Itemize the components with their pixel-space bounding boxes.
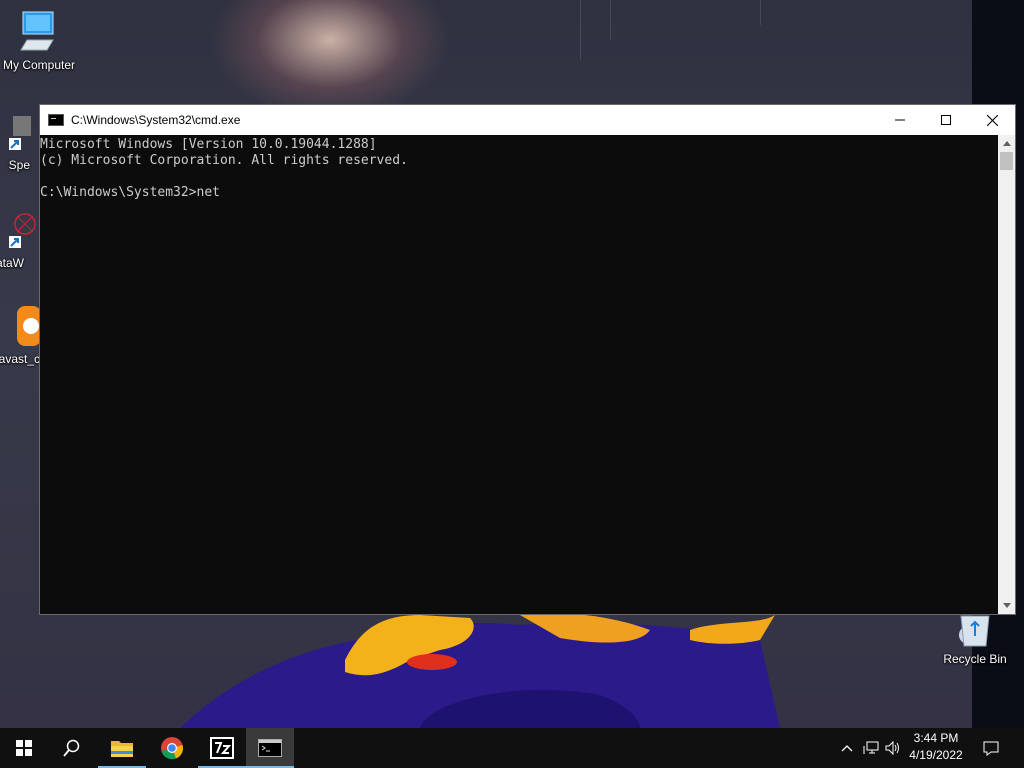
- minimize-button[interactable]: [877, 105, 923, 135]
- search-button[interactable]: [48, 728, 96, 768]
- console-line: Microsoft Windows [Version 10.0.19044.12…: [40, 137, 377, 152]
- taskbar: 3:44 PM 4/19/2022: [0, 728, 1024, 768]
- console-output[interactable]: Microsoft Windows [Version 10.0.19044.12…: [40, 135, 1000, 614]
- vertical-scrollbar[interactable]: [998, 135, 1015, 614]
- computer-icon: [20, 11, 54, 51]
- app-shortcut-icon: [9, 116, 31, 150]
- cmd-icon: [48, 114, 64, 126]
- show-hidden-icons-button[interactable]: [836, 728, 858, 768]
- wallpaper-streak: [580, 0, 581, 60]
- close-icon: [986, 114, 998, 126]
- app-shortcut-icon: [9, 213, 36, 248]
- network-icon: [863, 741, 879, 754]
- file-explorer-icon: [111, 741, 133, 757]
- volume-icon: [885, 741, 899, 755]
- windows-start-icon: [16, 740, 32, 756]
- cmd-icon: [258, 739, 282, 757]
- maximize-icon: [941, 115, 951, 125]
- taskbar-cmd[interactable]: [246, 728, 294, 768]
- taskbar-file-explorer[interactable]: [98, 728, 146, 768]
- minimize-icon: [895, 119, 905, 121]
- clock-time: 3:44 PM: [913, 731, 959, 745]
- window-title: C:\Windows\System32\cmd.exe: [71, 113, 241, 127]
- network-tray[interactable]: [860, 728, 882, 768]
- wallpaper-streak: [760, 0, 761, 25]
- notifications-icon: [983, 741, 999, 756]
- search-icon: [63, 739, 80, 757]
- recycle-bin-icon: [960, 615, 990, 647]
- desktop-icon-label: My Computer: [2, 58, 76, 72]
- wallpaper-figure: [180, 613, 977, 728]
- 7zip-icon: [210, 737, 234, 759]
- cmd-window[interactable]: C:\Windows\System32\cmd.exe Microsoft Wi…: [39, 104, 1016, 615]
- chevron-up-icon: [1002, 141, 1011, 146]
- scroll-down-button[interactable]: [998, 597, 1015, 614]
- desktop-icon-label: Recycle Bin: [943, 652, 1007, 666]
- maximize-button[interactable]: [923, 105, 969, 135]
- chrome-icon: [161, 737, 183, 760]
- wallpaper-streak: [610, 0, 611, 40]
- chevron-up-icon: [841, 745, 853, 752]
- desktop-icon-my-computer[interactable]: My Computer: [0, 10, 78, 72]
- volume-tray[interactable]: [882, 728, 904, 768]
- close-button[interactable]: [969, 105, 1015, 135]
- window-titlebar[interactable]: C:\Windows\System32\cmd.exe: [40, 105, 1015, 135]
- console-line: (c) Microsoft Corporation. All rights re…: [40, 153, 408, 168]
- taskbar-7zip[interactable]: [198, 728, 246, 768]
- clock-date: 4/19/2022: [909, 748, 963, 762]
- chevron-down-icon: [1002, 603, 1011, 608]
- action-center-button[interactable]: [980, 728, 1002, 768]
- scroll-thumb[interactable]: [1000, 152, 1013, 170]
- desktop-icon-recycle-bin[interactable]: Recycle Bin: [936, 612, 1014, 666]
- scroll-up-button[interactable]: [998, 135, 1015, 152]
- taskbar-chrome[interactable]: [148, 728, 196, 768]
- console-prompt-line[interactable]: C:\Windows\System32>net: [40, 185, 1000, 201]
- avast-icon: [17, 306, 41, 346]
- start-button[interactable]: [0, 728, 48, 768]
- taskbar-clock[interactable]: 3:44 PM 4/19/2022: [904, 730, 968, 764]
